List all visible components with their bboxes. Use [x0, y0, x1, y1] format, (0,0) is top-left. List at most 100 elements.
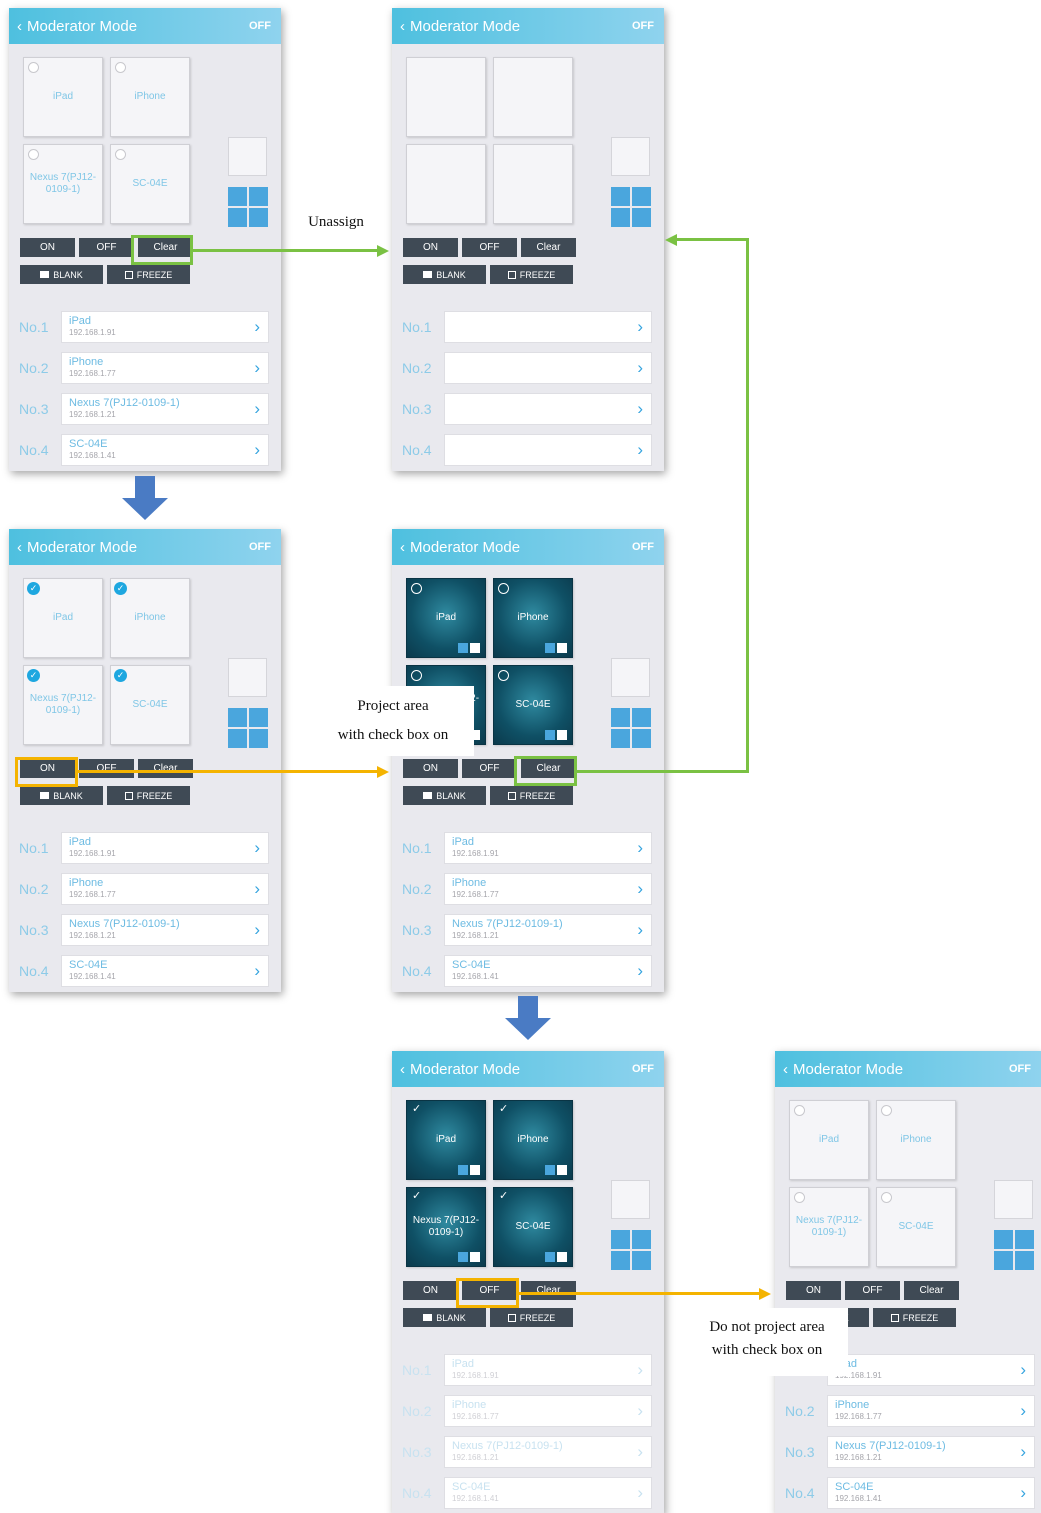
- blank-button[interactable]: BLANK: [20, 265, 103, 284]
- single-layout-button[interactable]: [611, 137, 650, 176]
- radio-icon[interactable]: [115, 149, 126, 160]
- tile-t3[interactable]: ✓ SC-04E: [110, 665, 190, 745]
- device-card[interactable]: SC-04E 192.168.1.41 ›: [61, 433, 269, 466]
- list-item[interactable]: No.4 SC-04E 192.168.1.41 ›: [19, 433, 269, 466]
- device-card[interactable]: iPhone 192.168.1.77 ›: [827, 1394, 1035, 1427]
- device-card[interactable]: iPad192.168.1.91 ›: [444, 1353, 652, 1386]
- radio-icon[interactable]: [881, 1105, 892, 1116]
- device-card[interactable]: iPhone 192.168.1.77 ›: [444, 1394, 652, 1427]
- tile-t2[interactable]: ✓ Nexus 7(PJ12-0109-1): [23, 665, 103, 745]
- device-card[interactable]: ›: [444, 310, 652, 343]
- list-item[interactable]: No.3 Nexus 7(PJ12-0109-1) 192.168.1.21 ›: [785, 1435, 1035, 1468]
- back-button[interactable]: ‹ Moderator Mode: [400, 1061, 520, 1078]
- back-button[interactable]: ‹ Moderator Mode: [400, 18, 520, 35]
- device-card[interactable]: iPhone 192.168.1.77 ›: [61, 351, 269, 384]
- device-card[interactable]: ›: [444, 351, 652, 384]
- list-item[interactable]: No.2 iPhone 192.168.1.77 ›: [19, 351, 269, 384]
- list-item[interactable]: No.1 iPad192.168.1.91 ›: [19, 310, 269, 343]
- tile-t3[interactable]: [493, 144, 573, 224]
- list-item[interactable]: No.2 iPhone 192.168.1.77 ›: [19, 872, 269, 905]
- tile-t0[interactable]: ✓ iPad: [406, 1100, 486, 1180]
- tile-t2[interactable]: Nexus 7(PJ12-0109-1): [789, 1187, 869, 1267]
- device-card[interactable]: Nexus 7(PJ12-0109-1) 192.168.1.21 ›: [61, 392, 269, 425]
- single-layout-button[interactable]: [228, 658, 267, 697]
- tile-t3[interactable]: ✓ SC-04E: [493, 1187, 573, 1267]
- check-icon[interactable]: ✓: [412, 1190, 421, 1202]
- off-button[interactable]: OFF: [845, 1281, 900, 1300]
- device-card[interactable]: iPad192.168.1.91 ›: [444, 831, 652, 864]
- back-button[interactable]: ‹ Moderator Mode: [400, 539, 520, 556]
- tile-t1[interactable]: [493, 57, 573, 137]
- quad-layout-icon[interactable]: [611, 708, 651, 748]
- freeze-button[interactable]: FREEZE: [490, 1308, 573, 1327]
- device-card[interactable]: Nexus 7(PJ12-0109-1) 192.168.1.21 ›: [444, 1435, 652, 1468]
- mode-toggle-status[interactable]: OFF: [1009, 1063, 1031, 1075]
- tile-t2[interactable]: [406, 144, 486, 224]
- list-item[interactable]: No.4 ›: [402, 433, 652, 466]
- clear-button[interactable]: Clear: [138, 759, 193, 778]
- list-item[interactable]: No.3 Nexus 7(PJ12-0109-1) 192.168.1.21 ›: [19, 913, 269, 946]
- tile-t0[interactable]: iPad: [23, 57, 103, 137]
- back-button[interactable]: ‹ Moderator Mode: [783, 1061, 903, 1078]
- tile-t3[interactable]: SC-04E: [110, 144, 190, 224]
- tile-t1[interactable]: ✓ iPhone: [110, 578, 190, 658]
- back-button[interactable]: ‹ Moderator Mode: [17, 539, 137, 556]
- radio-icon[interactable]: [411, 583, 422, 594]
- freeze-button[interactable]: FREEZE: [107, 786, 190, 805]
- on-button[interactable]: ON: [403, 1281, 458, 1300]
- list-item[interactable]: No.3 Nexus 7(PJ12-0109-1) 192.168.1.21 ›: [402, 1435, 652, 1468]
- device-card[interactable]: iPhone 192.168.1.77 ›: [444, 872, 652, 905]
- blank-button[interactable]: BLANK: [403, 786, 486, 805]
- list-item[interactable]: No.3 ›: [402, 392, 652, 425]
- list-item[interactable]: No.2 ›: [402, 351, 652, 384]
- device-card[interactable]: SC-04E 192.168.1.41 ›: [444, 1476, 652, 1509]
- single-layout-button[interactable]: [611, 658, 650, 697]
- blank-button[interactable]: BLANK: [20, 786, 103, 805]
- mode-toggle-status[interactable]: OFF: [249, 541, 271, 553]
- device-card[interactable]: ›: [444, 433, 652, 466]
- clear-button[interactable]: Clear: [521, 1281, 576, 1300]
- single-layout-button[interactable]: [228, 137, 267, 176]
- blank-button[interactable]: BLANK: [403, 1308, 486, 1327]
- device-card[interactable]: Nexus 7(PJ12-0109-1) 192.168.1.21 ›: [61, 913, 269, 946]
- quad-layout-icon[interactable]: [228, 187, 268, 227]
- checkbox-checked-icon[interactable]: ✓: [114, 669, 127, 682]
- device-card[interactable]: SC-04E 192.168.1.41 ›: [827, 1476, 1035, 1509]
- mode-toggle-status[interactable]: OFF: [632, 1063, 654, 1075]
- single-layout-button[interactable]: [611, 1180, 650, 1219]
- tile-t1[interactable]: ✓ iPhone: [493, 1100, 573, 1180]
- list-item[interactable]: No.4 SC-04E 192.168.1.41 ›: [19, 954, 269, 987]
- list-item[interactable]: No.2 iPhone 192.168.1.77 ›: [402, 1394, 652, 1427]
- list-item[interactable]: No.2 iPhone 192.168.1.77 ›: [785, 1394, 1035, 1427]
- on-button[interactable]: ON: [403, 759, 458, 778]
- list-item[interactable]: No.4 SC-04E 192.168.1.41 ›: [402, 1476, 652, 1509]
- list-item[interactable]: No.2 iPhone 192.168.1.77 ›: [402, 872, 652, 905]
- quad-layout-icon[interactable]: [228, 708, 268, 748]
- check-icon[interactable]: ✓: [499, 1190, 508, 1202]
- radio-icon[interactable]: [28, 62, 39, 73]
- blank-button[interactable]: BLANK: [403, 265, 486, 284]
- tile-t3[interactable]: SC-04E: [493, 665, 573, 745]
- tile-t1[interactable]: iPhone: [493, 578, 573, 658]
- tile-t1[interactable]: iPhone: [876, 1100, 956, 1180]
- device-card[interactable]: iPad192.168.1.91 ›: [827, 1353, 1035, 1386]
- mode-toggle-status[interactable]: OFF: [632, 20, 654, 32]
- checkbox-checked-icon[interactable]: ✓: [27, 582, 40, 595]
- checkbox-checked-icon[interactable]: ✓: [27, 669, 40, 682]
- off-button[interactable]: OFF: [462, 238, 517, 257]
- freeze-button[interactable]: FREEZE: [873, 1308, 956, 1327]
- on-button[interactable]: ON: [786, 1281, 841, 1300]
- radio-icon[interactable]: [28, 149, 39, 160]
- tile-t0[interactable]: iPad: [406, 578, 486, 658]
- list-item[interactable]: No.1 iPad192.168.1.91 ›: [402, 1353, 652, 1386]
- mode-toggle-status[interactable]: OFF: [249, 20, 271, 32]
- list-item[interactable]: No.1 iPad192.168.1.91 ›: [19, 831, 269, 864]
- tile-t2[interactable]: Nexus 7(PJ12-0109-1): [23, 144, 103, 224]
- clear-button[interactable]: Clear: [521, 238, 576, 257]
- list-item[interactable]: No.1 ›: [402, 310, 652, 343]
- radio-icon[interactable]: [115, 62, 126, 73]
- quad-layout-icon[interactable]: [611, 187, 651, 227]
- radio-icon[interactable]: [498, 670, 509, 681]
- quad-layout-icon[interactable]: [611, 1230, 651, 1270]
- tile-t1[interactable]: iPhone: [110, 57, 190, 137]
